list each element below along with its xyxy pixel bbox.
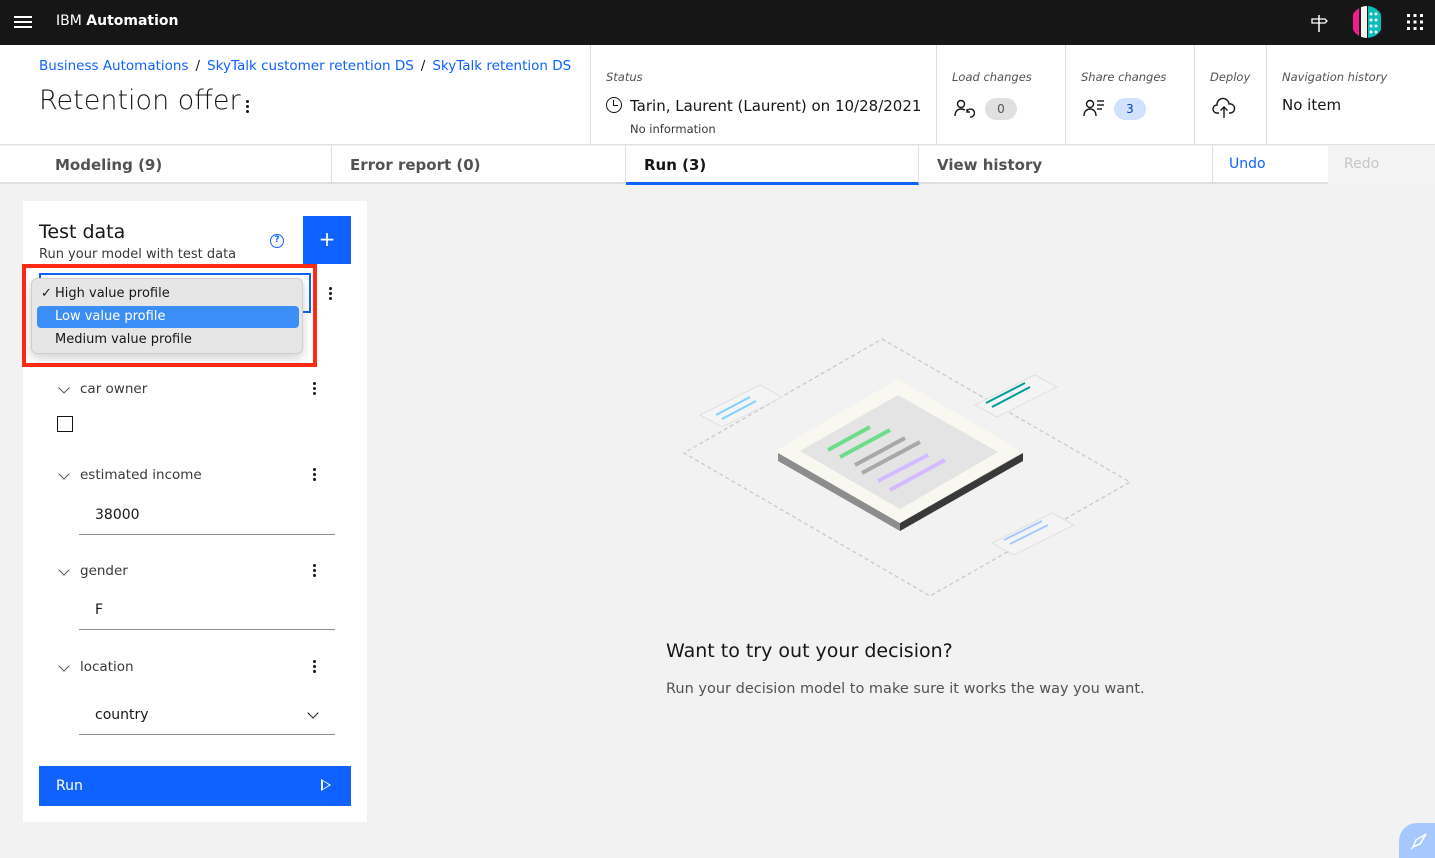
load-changes-label: Load changes bbox=[952, 70, 1032, 84]
navigation-history-section: Navigation history No item bbox=[1266, 45, 1435, 145]
test-data-subtitle: Run your model with test data bbox=[39, 247, 237, 262]
page-header: Business Automations / SkyTalk customer re… bbox=[0, 45, 1435, 145]
chevron-down-icon[interactable] bbox=[58, 382, 70, 394]
load-changes-count-badge: 0 bbox=[985, 98, 1017, 120]
field-label-location: location bbox=[80, 659, 134, 675]
cloud-upload-icon[interactable] bbox=[1212, 97, 1236, 119]
breadcrumb-separator: / bbox=[195, 58, 201, 74]
field-label-gender: gender bbox=[80, 563, 128, 579]
chevron-down-icon[interactable] bbox=[58, 468, 70, 480]
status-detail: No information bbox=[630, 122, 716, 136]
chevron-down-icon bbox=[307, 707, 319, 719]
load-changes-section[interactable]: Load changes 0 bbox=[936, 45, 1065, 145]
load-changes-icon[interactable] bbox=[953, 97, 975, 119]
field-overflow-menu-icon[interactable] bbox=[313, 468, 317, 482]
add-test-data-button[interactable]: + bbox=[303, 216, 351, 264]
navigation-history-label: Navigation history bbox=[1282, 70, 1388, 84]
rocket-icon[interactable] bbox=[1399, 823, 1435, 858]
chevron-down-icon[interactable] bbox=[58, 660, 70, 672]
title-overflow-menu-icon[interactable] bbox=[246, 100, 250, 114]
breadcrumb-link-customer-retention-ds[interactable]: SkyTalk customer retention DS bbox=[207, 58, 414, 74]
empty-state-illustration bbox=[682, 338, 1132, 597]
status-section: Status Tarin, Laurent (Laurent) on 10/28… bbox=[590, 45, 936, 145]
share-changes-label: Share changes bbox=[1081, 70, 1167, 84]
car-owner-checkbox[interactable] bbox=[57, 416, 73, 432]
tab-run[interactable]: Run (3) bbox=[626, 146, 919, 185]
navigation-history-value: No item bbox=[1282, 96, 1342, 114]
location-select-value: country bbox=[95, 707, 149, 723]
avatar[interactable] bbox=[1351, 6, 1383, 38]
breadcrumb-separator: / bbox=[420, 58, 426, 74]
gender-input[interactable]: F bbox=[79, 590, 335, 630]
location-select[interactable]: country bbox=[79, 695, 335, 735]
breadcrumb-link-retention-ds[interactable]: SkyTalk retention DS bbox=[432, 58, 571, 74]
highlight-annotation-box bbox=[22, 264, 317, 367]
field-overflow-menu-icon[interactable] bbox=[313, 660, 317, 674]
field-label-car-owner: car owner bbox=[80, 381, 148, 397]
field-label-estimated-income: estimated income bbox=[80, 467, 202, 483]
test-data-overflow-menu-icon[interactable] bbox=[329, 287, 333, 301]
field-overflow-menu-icon[interactable] bbox=[313, 564, 317, 578]
tab-bar: Modeling (9) Error report (0) Run (3) Vi… bbox=[0, 146, 1435, 185]
deploy-section[interactable]: Deploy bbox=[1194, 45, 1266, 145]
empty-state-subtitle: Run your decision model to make sure it … bbox=[666, 681, 1145, 697]
field-overflow-menu-icon[interactable] bbox=[313, 382, 317, 396]
run-button-label: Run bbox=[56, 778, 83, 794]
share-changes-section[interactable]: Share changes 3 bbox=[1065, 45, 1194, 145]
undo-button[interactable]: Undo bbox=[1213, 146, 1328, 184]
top-navigation-bar: IBM Automation bbox=[0, 0, 1435, 45]
brand-prefix: IBM bbox=[56, 13, 82, 29]
clock-icon bbox=[606, 97, 622, 113]
brand-name: Automation bbox=[86, 13, 179, 29]
status-label: Status bbox=[606, 70, 643, 84]
test-data-title: Test data bbox=[39, 221, 126, 243]
redo-button[interactable]: Redo bbox=[1328, 146, 1435, 184]
help-icon[interactable]: ? bbox=[270, 234, 284, 248]
estimated-income-input[interactable]: 38000 bbox=[79, 495, 335, 535]
play-icon bbox=[321, 779, 331, 791]
breadcrumb: Business Automations / SkyTalk customer re… bbox=[39, 58, 571, 74]
deploy-label: Deploy bbox=[1210, 70, 1251, 84]
rocket-glyph-icon bbox=[1410, 833, 1427, 850]
page-title: Retention offer bbox=[39, 85, 241, 116]
share-changes-count-badge: 3 bbox=[1114, 98, 1146, 120]
run-button[interactable]: Run bbox=[39, 766, 351, 806]
empty-state-title: Want to try out your decision? bbox=[666, 640, 953, 662]
tab-modeling[interactable]: Modeling (9) bbox=[37, 146, 332, 184]
share-changes-icon[interactable] bbox=[1082, 97, 1106, 119]
status-value: Tarin, Laurent (Laurent) on 10/28/2021 bbox=[630, 97, 922, 115]
signpost-icon[interactable] bbox=[1308, 12, 1330, 34]
breadcrumb-link-business-automations[interactable]: Business Automations bbox=[39, 58, 188, 74]
app-switcher-icon[interactable] bbox=[1405, 12, 1425, 32]
chevron-down-icon[interactable] bbox=[58, 564, 70, 576]
product-brand: IBM Automation bbox=[56, 13, 179, 29]
hamburger-menu-icon[interactable] bbox=[14, 13, 32, 31]
tab-error-report[interactable]: Error report (0) bbox=[332, 146, 626, 184]
tab-view-history[interactable]: View history bbox=[919, 146, 1213, 184]
